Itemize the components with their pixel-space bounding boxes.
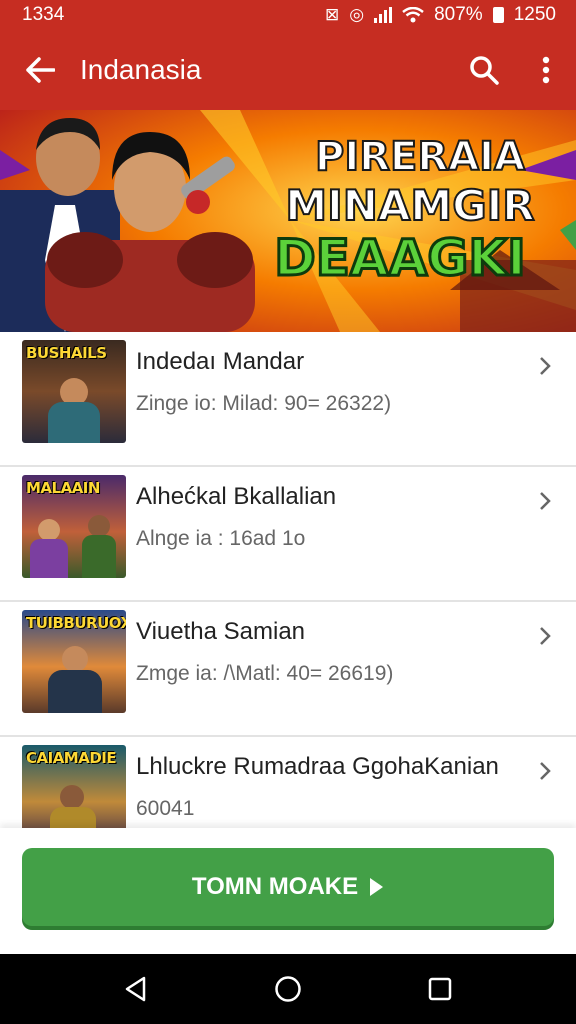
thumbnail: TUIBBURUOX	[22, 610, 126, 713]
list-item[interactable]: MALAAIN Alhećkal Bkallalian Alnge ia : 1…	[0, 467, 576, 602]
app-title: Indanasia	[80, 54, 202, 85]
thumbnail-label: MALAAIN	[26, 479, 100, 497]
signal-icon	[374, 7, 393, 23]
nav-back-button[interactable]	[106, 959, 166, 1019]
chevron-right-icon	[540, 762, 551, 780]
nav-recents-icon	[428, 977, 452, 1001]
footer: TOMN MOAKE	[0, 828, 576, 954]
app-bar: Indanasia	[0, 30, 576, 110]
list-item[interactable]: BUSHAILS Indedaı Mandar Zinge io: Milad:…	[0, 332, 576, 467]
search-button[interactable]	[452, 30, 516, 110]
play-icon	[370, 878, 384, 896]
nfc-icon: ⊠	[325, 5, 340, 24]
banner-line-2: MINAMGIR	[285, 181, 534, 230]
thumbnail-label: CAIAMADIE	[26, 749, 117, 767]
thumbnail-label: BUSHAILS	[26, 344, 107, 362]
thumbnail: MALAAIN	[22, 475, 126, 578]
title-list: BUSHAILS Indedaı Mandar Zinge io: Milad:…	[0, 332, 576, 828]
wifi-icon	[402, 7, 424, 23]
battery-percent: 807%	[434, 4, 483, 25]
status-clock: 1250	[513, 4, 556, 25]
banner-line-3: DEAAGKI	[274, 229, 525, 287]
promo-banner[interactable]: PIRERAIA MINAMGIR DEAAGKI	[0, 110, 576, 332]
item-title: Lhluckre Rumadraa GgohaKanian	[136, 753, 499, 780]
cta-button[interactable]: TOMN MOAKE	[22, 848, 554, 926]
banner-art: PIRERAIA MINAMGIR DEAAGKI	[0, 110, 576, 332]
more-vert-icon	[542, 56, 550, 84]
system-nav-bar	[0, 954, 576, 1024]
chevron-right-icon	[540, 627, 551, 645]
more-options-button[interactable]	[516, 30, 576, 110]
thumbnail: CAIAMADIE	[22, 745, 126, 828]
banner-line-1: PIRERAIA	[315, 134, 525, 180]
battery-icon	[492, 7, 504, 23]
item-title: Alhećkal Bkallalian	[136, 483, 337, 510]
vibrate-icon: ◎	[349, 5, 365, 24]
item-title: Indedaı Mandar	[136, 348, 305, 375]
status-icons: ⊠ ◎ 807% 1250	[325, 4, 556, 26]
item-subtitle: 60041	[136, 797, 195, 820]
list-item[interactable]: TUIBBURUOX Viuetha Samian Zmge ia: /\Mat…	[0, 602, 576, 737]
thumbnail-label: TUIBBURUOX	[26, 614, 126, 632]
item-subtitle: Alnge ia : 16ad 1o	[136, 527, 306, 550]
list-item[interactable]: CAIAMADIE Lhluckre Rumadraa GgohaKanian …	[0, 737, 576, 828]
status-time: 1334	[22, 4, 65, 25]
nav-back-icon	[125, 976, 146, 1002]
item-subtitle: Zmge ia: /\Matl: 40= 26619)	[136, 662, 394, 685]
search-icon	[470, 56, 499, 85]
chevron-right-icon	[540, 492, 551, 510]
nav-home-button[interactable]	[258, 959, 318, 1019]
thumbnail: BUSHAILS	[22, 340, 126, 443]
item-title: Viuetha Samian	[136, 618, 306, 645]
nav-home-icon	[275, 976, 301, 1002]
item-subtitle: Zinge io: Milad: 90= 26322)	[136, 392, 392, 415]
cta-label: TOMN MOAKE	[191, 873, 359, 900]
nav-recents-button[interactable]	[410, 959, 470, 1019]
status-bar: 1334 ⊠ ◎ 807% 1250	[0, 0, 576, 30]
chevron-right-icon	[540, 357, 551, 375]
